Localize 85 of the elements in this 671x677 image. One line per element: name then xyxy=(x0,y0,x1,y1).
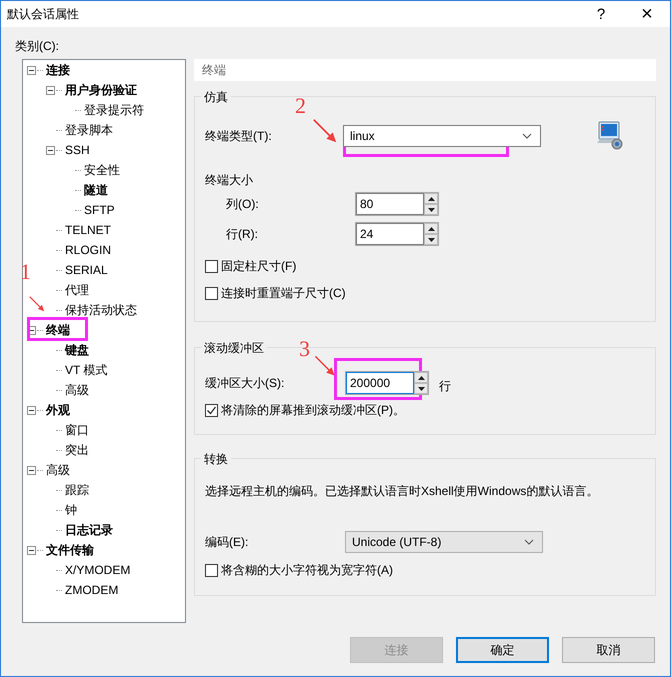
field-label: 列(O): xyxy=(225,196,260,212)
tree-item[interactable]: 连接 xyxy=(45,62,71,78)
spin-down-button[interactable] xyxy=(424,234,438,245)
tree-item[interactable]: 登录脚本 xyxy=(64,122,114,138)
tree-item[interactable]: 跟踪 xyxy=(64,482,90,498)
collapse-icon[interactable] xyxy=(46,86,55,94)
encoding-dropdown[interactable]: Unicode (UTF-8) xyxy=(345,531,543,553)
window-title: 默认会话属性 xyxy=(7,6,79,22)
description-text: 选择远程主机的编码。已选择默认语言时Xshell使用Windows的默认语言。 xyxy=(205,483,600,500)
field-label: 行(R): xyxy=(225,226,259,242)
checkmark-icon xyxy=(206,404,217,416)
spin-down-button[interactable] xyxy=(424,204,438,215)
tree-item[interactable]: 高级 xyxy=(45,462,71,478)
checkbox-label: 将清除的屏幕推到滚动缓冲区(P)。 xyxy=(221,402,405,418)
number-field[interactable]: 24 xyxy=(356,223,424,245)
page-title: 终端 xyxy=(194,59,656,81)
unit-label: 行 xyxy=(439,378,451,394)
triangle-down-icon xyxy=(418,386,424,390)
tree-item[interactable]: X/YMODEM xyxy=(64,562,132,578)
collapse-icon[interactable] xyxy=(27,406,36,414)
collapse-icon[interactable] xyxy=(27,66,36,74)
spin-up-button[interactable] xyxy=(424,193,438,204)
group-title: 滚动缓冲区 xyxy=(201,340,267,356)
tree-item[interactable]: SFTP xyxy=(83,202,116,218)
spin-up-button[interactable] xyxy=(424,223,438,234)
annotation-arrow xyxy=(313,119,336,142)
terminal-type-dropdown[interactable]: linux xyxy=(343,125,541,147)
triangle-up-icon xyxy=(428,196,434,200)
number-field[interactable]: 80 xyxy=(356,193,424,215)
tree-item[interactable]: 日志记录 xyxy=(64,522,114,538)
triangle-up-icon xyxy=(418,376,424,380)
highlight-frame xyxy=(27,317,88,341)
tree-item[interactable]: SSH xyxy=(64,142,91,158)
category-label: 类别(C): xyxy=(15,38,60,54)
checkbox-label: 将含糊的大小字符视为宽字符(A) xyxy=(221,562,393,578)
tree-item[interactable]: SERIAL xyxy=(64,262,109,278)
checkbox[interactable] xyxy=(205,564,218,576)
collapse-icon[interactable] xyxy=(27,546,36,554)
spin-up-button[interactable] xyxy=(414,372,428,383)
tree-item[interactable]: 文件传输 xyxy=(45,542,95,558)
tree-item[interactable]: 钟 xyxy=(64,502,78,518)
tree-item[interactable]: 用户身份验证 xyxy=(64,82,138,98)
tree-item[interactable]: 安全性 xyxy=(83,162,121,178)
spin-down-button[interactable] xyxy=(414,383,428,394)
chevron-down-icon xyxy=(524,539,534,545)
tree-item[interactable]: VT 模式 xyxy=(64,362,108,378)
tree-item[interactable]: 外观 xyxy=(45,402,71,418)
annotation-arrow xyxy=(29,296,44,312)
tree-item[interactable]: ZMODEM xyxy=(64,582,120,598)
field-label: 编码(E): xyxy=(205,534,250,550)
checkbox-label: 连接时重置端子尺寸(C) xyxy=(221,284,346,302)
collapse-icon[interactable] xyxy=(46,146,55,154)
field-label: 终端类型(T): xyxy=(205,128,272,144)
help-button[interactable]: ? xyxy=(578,1,624,27)
checkbox[interactable] xyxy=(205,404,218,416)
tree-item[interactable]: 高级 xyxy=(64,382,90,398)
tree-item[interactable]: TELNET xyxy=(64,222,112,238)
close-button[interactable]: × xyxy=(624,1,670,27)
chevron-down-icon xyxy=(522,133,532,139)
annotation-arrow xyxy=(314,356,335,376)
annotation-number: 3 xyxy=(299,338,310,360)
group-title: 仿真 xyxy=(201,89,231,105)
field-label: 缓冲区大小(S): xyxy=(205,374,286,392)
collapse-icon[interactable] xyxy=(27,466,36,474)
checkbox[interactable] xyxy=(205,286,218,300)
tree-item[interactable]: 保持活动状态 xyxy=(64,302,138,318)
number-field[interactable]: 200000 xyxy=(346,372,414,394)
tree-item[interactable]: 隧道 xyxy=(83,182,109,198)
section-label: 终端大小 xyxy=(205,172,254,189)
dialog-button[interactable]: 取消 xyxy=(562,637,655,663)
tree-item[interactable]: 窗口 xyxy=(64,422,90,438)
checkbox[interactable] xyxy=(205,260,218,272)
annotation-number: 2 xyxy=(295,95,306,117)
tree-item[interactable]: 终端 xyxy=(45,322,71,338)
group-title: 转换 xyxy=(201,451,231,467)
triangle-down-icon xyxy=(428,238,434,242)
tree-item[interactable]: 突出 xyxy=(64,442,90,458)
tree-item[interactable]: 键盘 xyxy=(64,342,90,358)
checkbox-label: 固定柱尺寸(F) xyxy=(221,258,296,274)
tree-item[interactable]: 登录提示符 xyxy=(83,102,145,118)
tree-item[interactable]: RLOGIN xyxy=(64,242,112,258)
triangle-down-icon xyxy=(428,208,434,212)
tree-item[interactable]: 代理 xyxy=(64,282,90,298)
dialog-button[interactable]: 确定 xyxy=(456,637,549,663)
triangle-up-icon xyxy=(428,226,434,230)
